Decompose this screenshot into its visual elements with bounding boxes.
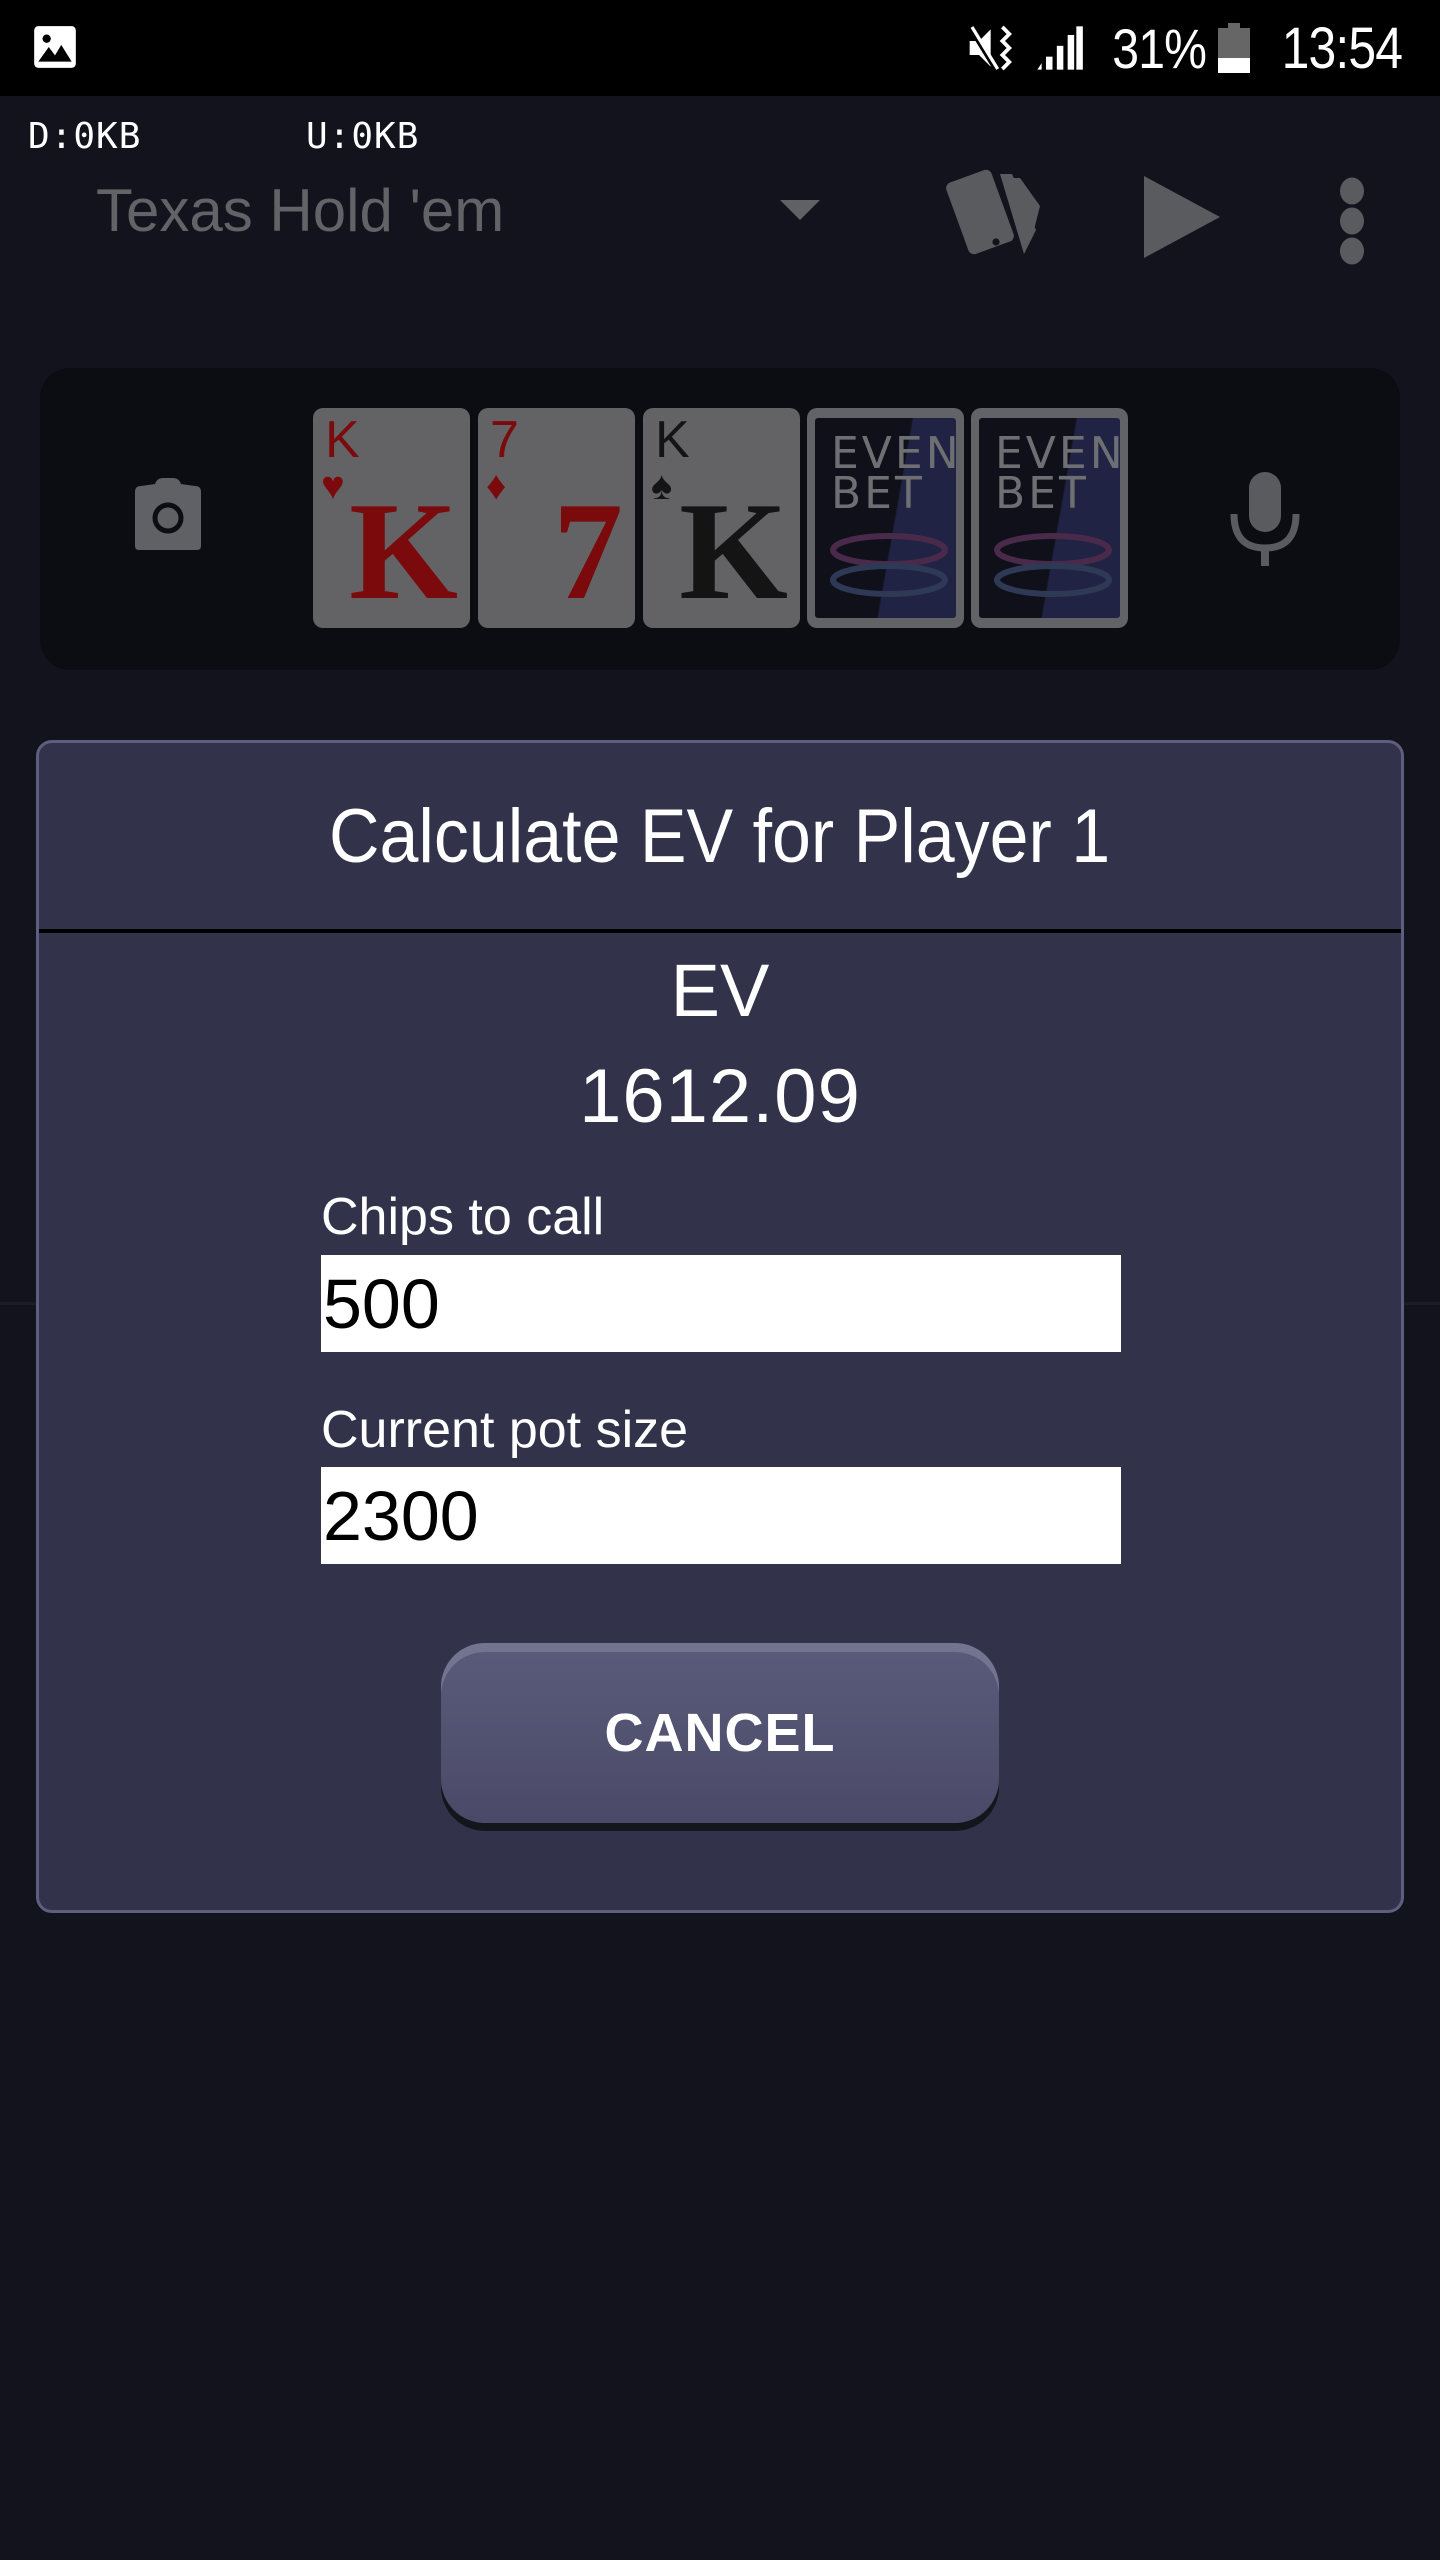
card-rank: K	[655, 411, 690, 469]
card-rank: K	[325, 411, 360, 469]
download-traffic: D:0KB	[28, 116, 142, 157]
board-card[interactable]: K ♠ K	[643, 408, 800, 628]
card-back-logo: EVEN BET	[995, 428, 1120, 519]
upload-traffic: U:0KB	[306, 116, 420, 157]
chips-to-call-label: Chips to call	[321, 1188, 605, 1246]
pot-size-input[interactable]	[321, 1467, 1121, 1564]
ev-dialog: Calculate EV for Player 1 EV 1612.09 Chi…	[36, 740, 1404, 1913]
card-rank: 7	[490, 411, 519, 469]
signal-icon	[1037, 26, 1083, 70]
dialog-divider	[39, 929, 1401, 933]
card-rank-large: 7	[553, 474, 623, 629]
camera-icon[interactable]	[135, 478, 201, 554]
card-back-logo: EVEN BET	[831, 428, 956, 519]
clock: 13:54	[1281, 15, 1402, 81]
mute-vibrate-icon	[967, 25, 1012, 71]
cancel-button[interactable]: CANCEL	[441, 1643, 999, 1823]
game-type-value: Texas Hold 'em	[96, 177, 505, 244]
pot-size-label: Current pot size	[321, 1401, 689, 1459]
dialog-title: Calculate EV for Player 1	[329, 793, 1111, 879]
chips-to-call-input[interactable]	[321, 1255, 1121, 1352]
chips-logo-icon	[830, 533, 948, 597]
microphone-icon[interactable]	[1230, 472, 1300, 566]
dialog-header: Calculate EV for Player 1	[39, 743, 1401, 929]
chips-logo-icon	[994, 533, 1112, 597]
diamond-suit-icon: ♦	[486, 464, 507, 508]
status-bar: 31% 13:54	[0, 0, 1440, 96]
card-rank-large: K	[679, 474, 788, 629]
battery-icon	[1217, 23, 1250, 73]
chevron-down-icon	[780, 200, 820, 220]
heart-suit-icon: ♥	[321, 464, 345, 508]
board-card[interactable]: 7 ♦ 7	[478, 408, 635, 628]
board-card-facedown[interactable]: EVEN BET	[971, 408, 1128, 628]
board-card[interactable]: K ♥ K	[313, 408, 470, 628]
ev-label: EV	[670, 949, 770, 1032]
cards-icon[interactable]	[940, 166, 1044, 262]
card-rank-large: K	[349, 474, 458, 629]
ev-value: 1612.09	[579, 1054, 861, 1139]
battery-percent: 31%	[1112, 16, 1207, 80]
spade-suit-icon: ♠	[651, 464, 673, 508]
board-card-facedown[interactable]: EVEN BET	[807, 408, 964, 628]
more-options-icon[interactable]	[1334, 176, 1370, 266]
game-type-selector[interactable]: Texas Hold 'em	[96, 172, 836, 252]
gallery-icon	[34, 26, 76, 68]
play-icon[interactable]	[1140, 176, 1224, 258]
